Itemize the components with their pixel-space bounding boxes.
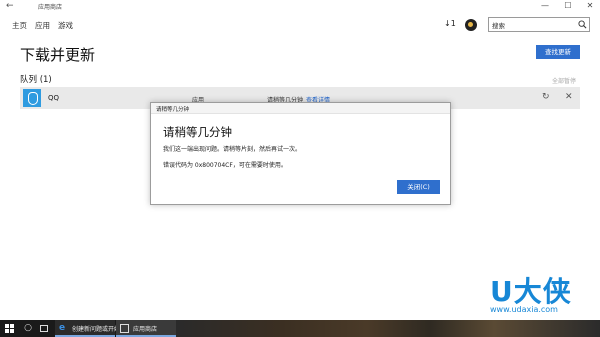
task-view-icon[interactable] [36, 320, 52, 337]
taskbar-app-edge[interactable]: e 创建新问题或开始... [55, 320, 126, 337]
close-window-button[interactable]: ✕ [583, 1, 597, 10]
dialog-titlebar: 请稍等几分钟 [151, 103, 450, 114]
window-titlebar: ← 应用商店 — ☐ ✕ [0, 0, 600, 14]
error-dialog: 请稍等几分钟 请稍等几分钟 我们这一端出现问题。请稍等片刻，然后再试一次。 错误… [150, 102, 451, 205]
watermark-url: www.udaxia.com [490, 305, 558, 314]
taskbar-app-label: 应用商店 [133, 326, 158, 333]
dialog-close-button[interactable]: 关闭(C) [397, 180, 440, 194]
back-arrow-icon[interactable]: ← [6, 1, 14, 11]
taskbar-search-icon[interactable]: ○ [20, 320, 36, 337]
dialog-title: 请稍等几分钟 [156, 107, 190, 113]
dialog-heading: 请稍等几分钟 [163, 125, 232, 139]
dialog-error-code: 错误代码为 0x800704CF，可在需要时使用。 [163, 162, 287, 169]
window-title: 应用商店 [38, 4, 63, 11]
store-icon [120, 324, 129, 333]
taskbar-app-store[interactable]: 应用商店 [116, 320, 176, 337]
maximize-button[interactable]: ☐ [561, 1, 575, 10]
minimize-button[interactable]: — [538, 1, 552, 10]
taskbar: ○ e 创建新问题或开始... 应用商店 [0, 320, 600, 337]
dialog-message: 我们这一端出现问题。请稍等片刻，然后再试一次。 [163, 146, 302, 153]
edge-icon: e [59, 323, 66, 333]
taskbar-background [176, 320, 600, 337]
windows-start-icon[interactable] [0, 320, 20, 337]
watermark-logo: U大侠 [490, 275, 572, 308]
